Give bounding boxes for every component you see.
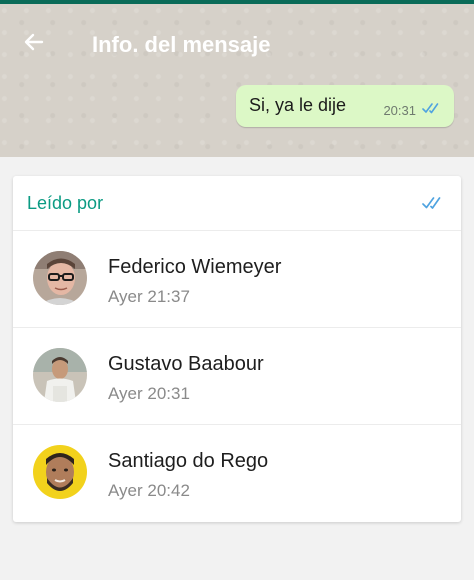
contact-name: Federico Wiemeyer — [108, 256, 282, 278]
message-time: 20:31 — [383, 103, 416, 118]
contact-row[interactable]: Gustavo Baabour Ayer 20:31 — [13, 328, 461, 425]
contact-row[interactable]: Santiago do Rego Ayer 20:42 — [13, 425, 461, 521]
contact-avatar[interactable] — [33, 251, 87, 305]
contact-read-time: Ayer 20:42 — [108, 481, 190, 500]
back-button[interactable] — [18, 26, 50, 58]
read-by-header: Leído por — [13, 176, 461, 231]
page-title: Info. del mensaje — [92, 32, 271, 57]
double-check-icon — [422, 197, 441, 209]
contact-avatar[interactable] — [33, 445, 87, 499]
arrow-left-icon — [24, 33, 44, 51]
message-bubble[interactable]: Si, ya le dije 20:31 — [236, 85, 454, 127]
contact-name: Santiago do Rego — [108, 450, 269, 472]
contact-name: Gustavo Baabour — [108, 353, 264, 375]
contact-read-time: Ayer 21:37 — [108, 287, 190, 306]
message-text: Si, ya le dije — [249, 95, 347, 115]
read-by-card: Leído por Federico Wiemeyer Ayer 21:37 G… — [13, 176, 461, 522]
contact-row[interactable]: Federico Wiemeyer Ayer 21:37 — [13, 231, 461, 328]
contact-read-time: Ayer 20:31 — [108, 384, 190, 403]
message-header: Info. del mensaje Si, ya le dije 20:31 — [0, 4, 474, 157]
contact-avatar[interactable] — [33, 348, 87, 402]
read-by-label: Leído por — [27, 193, 104, 213]
double-check-icon — [422, 103, 439, 114]
